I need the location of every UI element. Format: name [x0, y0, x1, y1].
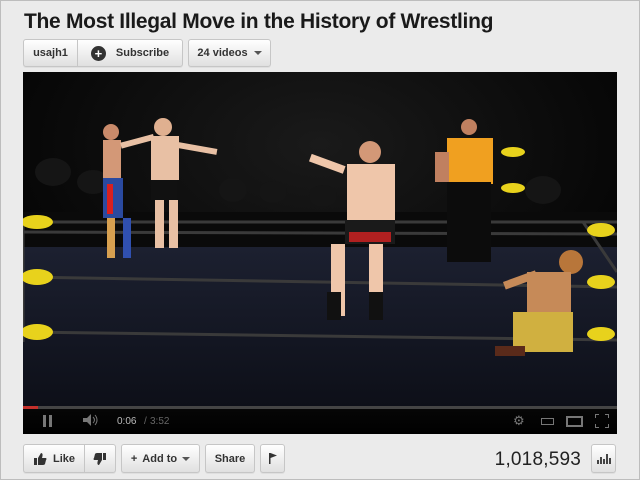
- video-player[interactable]: 0:06 / 3:52 ⚙: [23, 72, 617, 434]
- large-player-icon[interactable]: [566, 416, 583, 427]
- chevron-down-icon: [253, 51, 262, 55]
- share-button[interactable]: Share: [205, 444, 255, 473]
- small-player-icon[interactable]: [541, 418, 554, 425]
- channel-subscribe-group: usajh1 + Subscribe: [23, 39, 183, 67]
- stats-button[interactable]: [591, 444, 616, 473]
- progress-fill: [23, 406, 39, 409]
- like-button[interactable]: Like: [24, 445, 85, 472]
- pause-icon[interactable]: [43, 415, 53, 427]
- dislike-button[interactable]: [85, 445, 115, 472]
- progress-bar[interactable]: [23, 406, 617, 409]
- add-to-label: Add to: [142, 452, 178, 465]
- subscribe-button[interactable]: + Subscribe: [78, 40, 182, 66]
- thumbs-up-icon: [33, 452, 47, 465]
- like-label: Like: [52, 452, 75, 465]
- plus-circle-icon: +: [90, 45, 106, 61]
- view-count: 1,018,593: [494, 449, 581, 470]
- volume-icon[interactable]: [83, 414, 99, 429]
- bar-chart-icon: [596, 453, 611, 464]
- current-time: 0:06: [117, 416, 137, 427]
- player-controls-bar: 0:06 / 3:52 ⚙: [23, 406, 617, 434]
- videos-count-label: 24 videos: [197, 47, 248, 59]
- flag-icon: [268, 453, 277, 464]
- video-title: The Most Illegal Move in the History of …: [24, 10, 494, 33]
- video-frame: [23, 72, 617, 434]
- flag-button[interactable]: [260, 444, 285, 473]
- subscribe-label: Subscribe: [115, 47, 170, 59]
- channel-videos-dropdown[interactable]: 24 videos: [188, 39, 271, 67]
- video-page-frame: The Most Illegal Move in the History of …: [0, 0, 640, 480]
- total-time: 3:52: [150, 416, 170, 427]
- time-separator: /: [144, 416, 147, 427]
- gear-icon[interactable]: ⚙: [513, 413, 525, 429]
- like-dislike-group: Like: [23, 444, 116, 473]
- chevron-down-icon: [182, 456, 191, 461]
- add-to-plus: +: [130, 452, 138, 465]
- channel-username-button[interactable]: usajh1: [24, 40, 78, 66]
- thumbs-down-icon: [93, 452, 106, 465]
- add-to-button[interactable]: + Add to: [121, 444, 200, 473]
- fullscreen-icon[interactable]: [595, 414, 609, 428]
